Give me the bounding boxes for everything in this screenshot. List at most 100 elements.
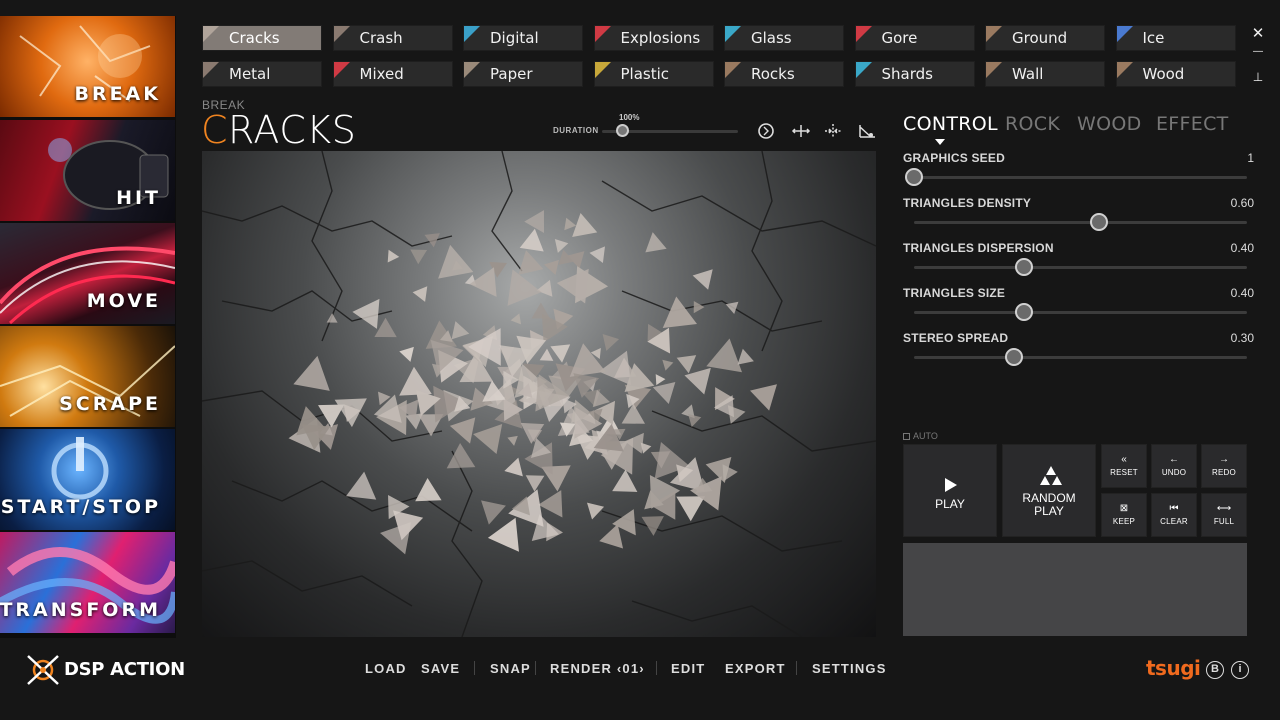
preset-tab-glass[interactable]: Glass [724, 25, 844, 51]
shard-triangle [564, 217, 577, 231]
duration-slider-thumb[interactable] [616, 124, 630, 137]
shard-triangle [525, 475, 545, 492]
param-slider-track[interactable] [914, 221, 1247, 224]
edit-button[interactable]: EDIT [671, 661, 705, 676]
shard-triangle [531, 302, 551, 319]
play-label: PLAY [935, 497, 965, 511]
param-slider-track[interactable] [914, 356, 1247, 359]
shard-triangle [399, 346, 414, 362]
full-label: FULL [1213, 517, 1235, 526]
redo-label: REDO [1212, 468, 1236, 477]
preset-color-swatch [855, 26, 872, 42]
category-move[interactable]: MOVE [0, 223, 175, 324]
undo-button[interactable]: ← UNDO [1151, 444, 1197, 488]
random-play-button[interactable]: RANDOM PLAY [1002, 444, 1096, 537]
category-start-stop[interactable]: START/STOP [0, 429, 175, 530]
preset-tab-gore[interactable]: Gore [854, 25, 975, 51]
spread-icon[interactable] [790, 120, 812, 142]
param-slider-track[interactable] [914, 176, 1247, 179]
param-slider-thumb[interactable] [1014, 258, 1033, 276]
loop-icon[interactable] [755, 120, 777, 142]
render-button[interactable]: RENDER ‹01› [550, 661, 645, 676]
preset-tab-plastic[interactable]: Plastic [593, 61, 714, 87]
keep-button[interactable]: ⊠ KEEP [1101, 493, 1147, 537]
redo-button[interactable]: → REDO [1201, 444, 1247, 488]
param-slider-thumb[interactable] [1089, 213, 1108, 231]
snap-button[interactable]: SNAP [490, 661, 531, 676]
menu-divider [796, 661, 797, 675]
clear-button[interactable]: ⏮ CLEAR [1151, 493, 1197, 537]
maximize-icon[interactable]: — [1250, 46, 1266, 57]
preset-tab-wood[interactable]: Wood [1115, 61, 1236, 87]
shard-triangle [449, 417, 476, 444]
shard-triangle [554, 238, 569, 253]
param-label: TRIANGLES DISPERSION [903, 241, 1054, 255]
category-scrape[interactable]: SCRAPE [0, 326, 175, 427]
tab-effect[interactable]: EFFECT [1156, 113, 1229, 135]
envelope-icon[interactable] [856, 120, 878, 142]
close-icon[interactable]: ✕ [1250, 24, 1266, 42]
param-slider-thumb[interactable] [1014, 303, 1033, 321]
category-sidebar: BREAK HIT MOVE SCRAPE START/STOP TRANSFO… [0, 16, 176, 638]
title-rest: RACKS [228, 108, 357, 152]
shard-triangle [520, 422, 545, 444]
full-button[interactable]: ⟷ FULL [1201, 493, 1247, 537]
preset-label: Gore [881, 29, 918, 47]
auto-checkbox[interactable]: AUTO [903, 431, 938, 441]
param-slider-thumb[interactable] [1004, 348, 1023, 366]
tab-wood[interactable]: WOOD [1077, 113, 1142, 135]
shard-triangle [550, 344, 571, 363]
preset-tab-rocks[interactable]: Rocks [724, 61, 844, 87]
play-button[interactable]: PLAY [903, 444, 997, 537]
preset-tab-metal[interactable]: Metal [202, 61, 322, 87]
bookmark-icon[interactable]: B [1206, 661, 1224, 679]
category-transform[interactable]: TRANSFORM [0, 532, 175, 633]
preset-label: Wood [1142, 65, 1185, 83]
shard-triangle [446, 443, 476, 469]
tab-rock[interactable]: ROCK [1005, 113, 1060, 135]
visualization-canvas[interactable] [202, 151, 876, 637]
app-window: BREAK HIT MOVE SCRAPE START/STOP TRANSFO… [0, 0, 1280, 720]
duration-label: DURATION [553, 126, 599, 135]
preset-tab-paper[interactable]: Paper [463, 61, 583, 87]
tsugi-brand-logo[interactable]: tsugi [1146, 656, 1201, 680]
undo-arrow-icon: ← [1169, 454, 1179, 465]
info-icon[interactable]: i [1231, 661, 1249, 679]
random-play-label-2: PLAY [1034, 504, 1064, 518]
param-slider-track[interactable] [914, 266, 1247, 269]
preset-tab-mixed[interactable]: Mixed [332, 61, 453, 87]
cracks-visualization [202, 151, 876, 637]
title-accent-letter: C [201, 108, 229, 152]
preset-color-swatch [333, 26, 350, 42]
active-tab-caret [935, 139, 945, 145]
category-label: START/STOP [0, 496, 161, 518]
preset-tab-digital[interactable]: Digital [463, 25, 583, 51]
preset-tab-explosions[interactable]: Explosions [593, 25, 714, 51]
category-hit[interactable]: HIT [0, 120, 175, 221]
preset-tab-crash[interactable]: Crash [332, 25, 453, 51]
preset-tab-shards[interactable]: Shards [854, 61, 975, 87]
save-button[interactable]: SAVE [421, 661, 460, 676]
load-button[interactable]: LOAD [365, 661, 407, 676]
param-slider-track[interactable] [914, 311, 1247, 314]
shard-triangle [519, 228, 544, 252]
clear-icon: ⏮ [1169, 503, 1179, 514]
settings-button[interactable]: SETTINGS [812, 661, 887, 676]
param-slider-thumb[interactable] [905, 168, 923, 186]
center-icon[interactable] [822, 120, 844, 142]
preset-tab-ice[interactable]: Ice [1115, 25, 1236, 51]
shard-triangle [536, 279, 553, 297]
preset-tab-cracks[interactable]: Cracks [202, 25, 322, 51]
reset-button[interactable]: « RESET [1101, 444, 1147, 488]
category-break[interactable]: BREAK [0, 16, 175, 117]
export-button[interactable]: EXPORT [725, 661, 786, 676]
preset-tab-wall[interactable]: Wall [985, 61, 1105, 87]
shard-triangle [438, 244, 474, 279]
waveform-preview[interactable] [903, 543, 1247, 636]
preset-tab-ground[interactable]: Ground [985, 25, 1105, 51]
pin-icon[interactable]: ⊥ [1250, 70, 1266, 84]
preset-color-swatch [1116, 26, 1133, 42]
tab-control[interactable]: CONTROL [903, 113, 998, 135]
preset-label: Glass [751, 29, 792, 47]
shard-triangle [750, 384, 777, 411]
